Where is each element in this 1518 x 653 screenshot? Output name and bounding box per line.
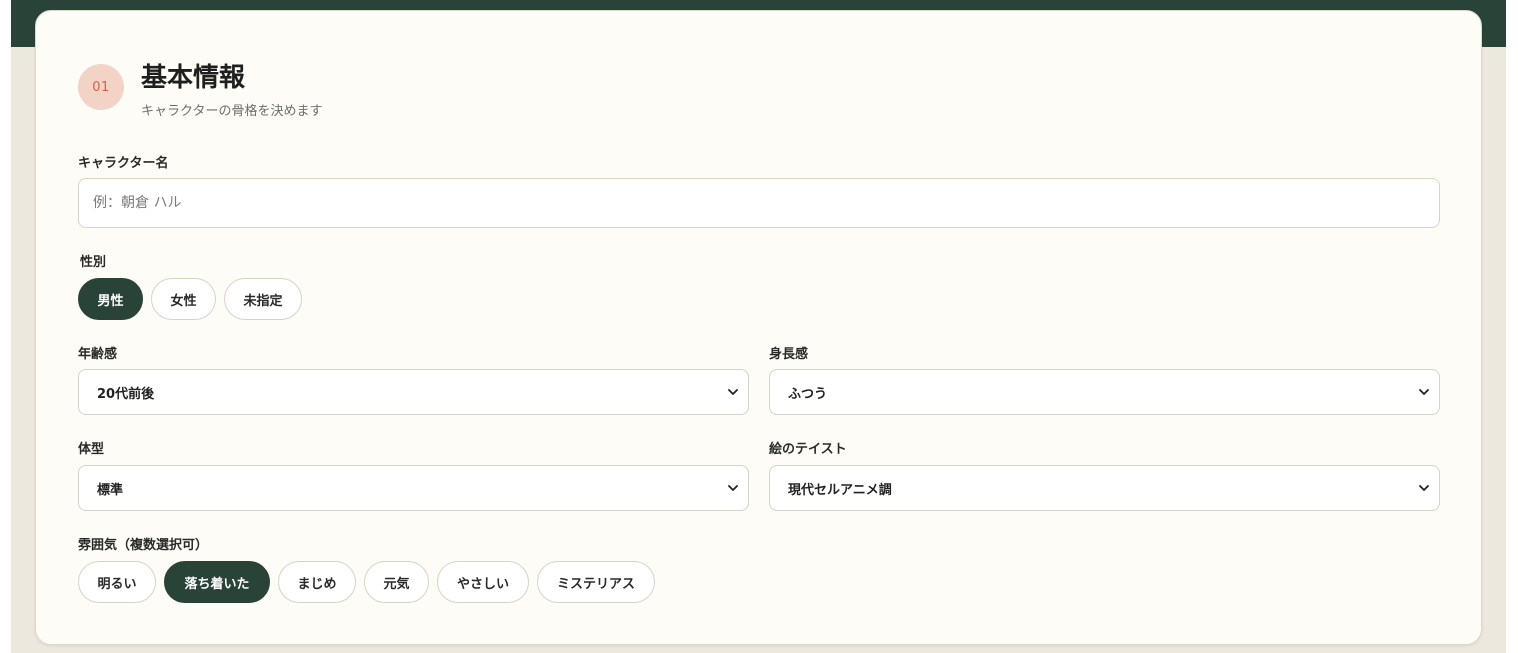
mood-option-gentle[interactable]: やさしい — [437, 561, 529, 603]
art-style-select-value: 現代セルアニメ調 — [788, 482, 892, 498]
height-select[interactable]: ふつう — [769, 369, 1440, 415]
gender-label: 性別 — [80, 255, 107, 270]
height-select-value: ふつう — [788, 386, 828, 402]
body-type-label: 体型 — [78, 442, 105, 457]
art-style-select[interactable]: 現代セルアニメ調 — [769, 465, 1440, 511]
mood-option-energetic[interactable]: 元気 — [364, 561, 429, 603]
section-subtitle: キャラクターの骨格を決めます — [141, 104, 323, 119]
body-type-select[interactable]: 標準 — [78, 465, 749, 511]
chevron-down-icon — [1417, 481, 1431, 495]
height-label: 身長感 — [769, 347, 809, 362]
chevron-down-icon — [726, 385, 740, 399]
gender-option-unspecified[interactable]: 未指定 — [224, 278, 302, 320]
body-type-select-value: 標準 — [97, 482, 124, 498]
age-label: 年齢感 — [78, 347, 118, 362]
chevron-down-icon — [726, 481, 740, 495]
step-badge: 01 — [78, 64, 124, 110]
age-select[interactable]: 20代前後 — [78, 369, 749, 415]
basic-info-card: 01 基本情報 キャラクターの骨格を決めます キャラクター名 性別 男性 女性 … — [35, 10, 1482, 645]
gender-option-female[interactable]: 女性 — [151, 278, 216, 320]
mood-option-serious[interactable]: まじめ — [278, 561, 356, 603]
mood-options: 明るい 落ち着いた まじめ 元気 やさしい ミステリアス — [78, 561, 655, 603]
gender-option-male[interactable]: 男性 — [78, 278, 143, 320]
chevron-down-icon — [1417, 385, 1431, 399]
art-style-label: 絵のテイスト — [769, 442, 847, 457]
mood-label: 雰囲気（複数選択可） — [78, 538, 209, 553]
character-name-label: キャラクター名 — [78, 156, 169, 171]
character-name-input[interactable] — [78, 178, 1440, 228]
mood-option-bright[interactable]: 明るい — [78, 561, 156, 603]
page-frame: 01 基本情報 キャラクターの骨格を決めます キャラクター名 性別 男性 女性 … — [11, 0, 1506, 653]
gender-options: 男性 女性 未指定 — [78, 278, 302, 320]
mood-option-mysterious[interactable]: ミステリアス — [537, 561, 655, 603]
section-title: 基本情報 — [141, 63, 246, 93]
mood-option-calm[interactable]: 落ち着いた — [164, 561, 270, 603]
age-select-value: 20代前後 — [97, 386, 155, 402]
